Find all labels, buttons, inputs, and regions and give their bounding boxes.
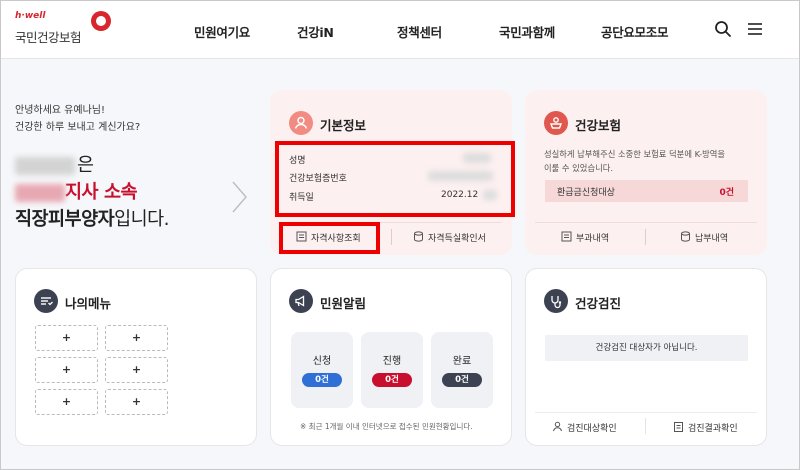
stat-in-progress[interactable]: 진행 0건 [361, 332, 423, 408]
logo-hwell: h·well [15, 11, 46, 21]
add-menu-slot-5[interactable]: + [35, 389, 98, 415]
masked-branch [15, 184, 65, 202]
stethoscope-icon [544, 289, 568, 313]
name-suffix: 은 [77, 155, 94, 176]
card-divider [535, 412, 757, 413]
civil-alert-title: 민원알림 [320, 296, 367, 311]
nav-item-civil[interactable]: 민원여기요 [194, 22, 250, 41]
add-menu-slot-2[interactable]: + [105, 325, 168, 351]
database-icon [681, 231, 690, 242]
masked-name [15, 157, 75, 175]
stat-applied-label: 신청 [312, 356, 332, 367]
member-summary: 은 지사 소속 직장피부양자입니다. [15, 152, 245, 233]
refund-row[interactable]: 환급금신청대상 0건 [545, 180, 748, 202]
person-icon [289, 111, 313, 135]
refund-label: 환급금신청대상 [557, 188, 615, 198]
member-type-suffix: 입니다. [114, 209, 170, 230]
health-check-title: 건강검진 [575, 296, 622, 311]
member-type: 직장피부양자 [15, 209, 115, 230]
clipboard-icon [674, 422, 683, 432]
button-divider [645, 229, 646, 245]
add-menu-slot-1[interactable]: + [35, 325, 98, 351]
greeting-hello: 안녕하세요 유예나님! [15, 105, 105, 116]
button-divider [645, 418, 646, 434]
payment-history-button[interactable]: 납부내역 [695, 231, 728, 244]
health-check-message: 건강검진 대상자가 아닙니다. [545, 335, 748, 361]
nav-item-policy[interactable]: 정책센터 [397, 22, 442, 41]
stat-applied[interactable]: 신청 0건 [291, 332, 353, 408]
refund-count: 0건 [719, 188, 734, 198]
stat-completed[interactable]: 완료 0건 [431, 332, 493, 408]
check-target-button[interactable]: 검진대상확인 [567, 421, 617, 434]
basic-info-title: 기본정보 [320, 118, 367, 133]
insurance-desc-2: 이룰 수 있었습니다. [544, 163, 613, 173]
button-divider [391, 229, 392, 245]
database-icon [414, 231, 423, 242]
megaphone-icon [289, 289, 313, 313]
chevron-right-icon[interactable] [229, 180, 249, 214]
search-icon[interactable] [713, 19, 733, 39]
highlight-basic-info [275, 141, 515, 217]
nav-item-corporation[interactable]: 공단요모조모 [601, 22, 669, 41]
charge-history-button[interactable]: 부과내역 [576, 231, 609, 244]
card-divider [535, 222, 757, 223]
add-menu-slot-4[interactable]: + [105, 357, 168, 383]
nav-item-with-people[interactable]: 국민과함께 [499, 22, 555, 41]
nav-item-health-in[interactable]: 건강iN [297, 22, 334, 41]
menu-icon[interactable] [745, 19, 765, 39]
add-menu-slot-6[interactable]: + [105, 389, 168, 415]
stat-in-progress-count: 0건 [372, 373, 412, 387]
branch-label: 지사 소속 [65, 182, 138, 203]
highlight-qualification-button [279, 222, 380, 254]
greeting-question: 건강한 하루 보내고 계신가요? [15, 122, 141, 133]
insurance-icon [544, 111, 568, 135]
stat-completed-label: 완료 [452, 356, 472, 367]
header: h·well 국민건강보험 민원여기요 건강iN 정책센터 국민과함께 공단요모… [1, 1, 799, 59]
document-icon [561, 231, 572, 242]
civil-alert-note: ※ 최근 1개월 이내 인터넷으로 접수된 민원현황입니다. [300, 422, 473, 431]
my-menu-icon [34, 289, 58, 313]
insurance-desc-1: 성실하게 납부해주신 소중한 보험료 덕분에 K-방역을 [544, 149, 726, 159]
stat-in-progress-label: 진행 [382, 356, 402, 367]
qualification-certificate-button[interactable]: 자격득실확인서 [428, 231, 486, 244]
main-nav: 민원여기요 건강iN 정책센터 국민과함께 공단요모조모 [1, 22, 799, 40]
greeting: 안녕하세요 유예나님! 건강한 하루 보내고 계신가요? [15, 102, 245, 136]
stat-completed-count: 0건 [442, 373, 482, 387]
stat-applied-count: 0건 [302, 373, 342, 387]
my-menu-title: 나의메뉴 [65, 296, 112, 311]
person-outline-icon [553, 421, 562, 432]
add-menu-slot-3[interactable]: + [35, 357, 98, 383]
health-insurance-title: 건강보험 [575, 118, 622, 133]
check-result-button[interactable]: 검진결과확인 [688, 421, 738, 434]
